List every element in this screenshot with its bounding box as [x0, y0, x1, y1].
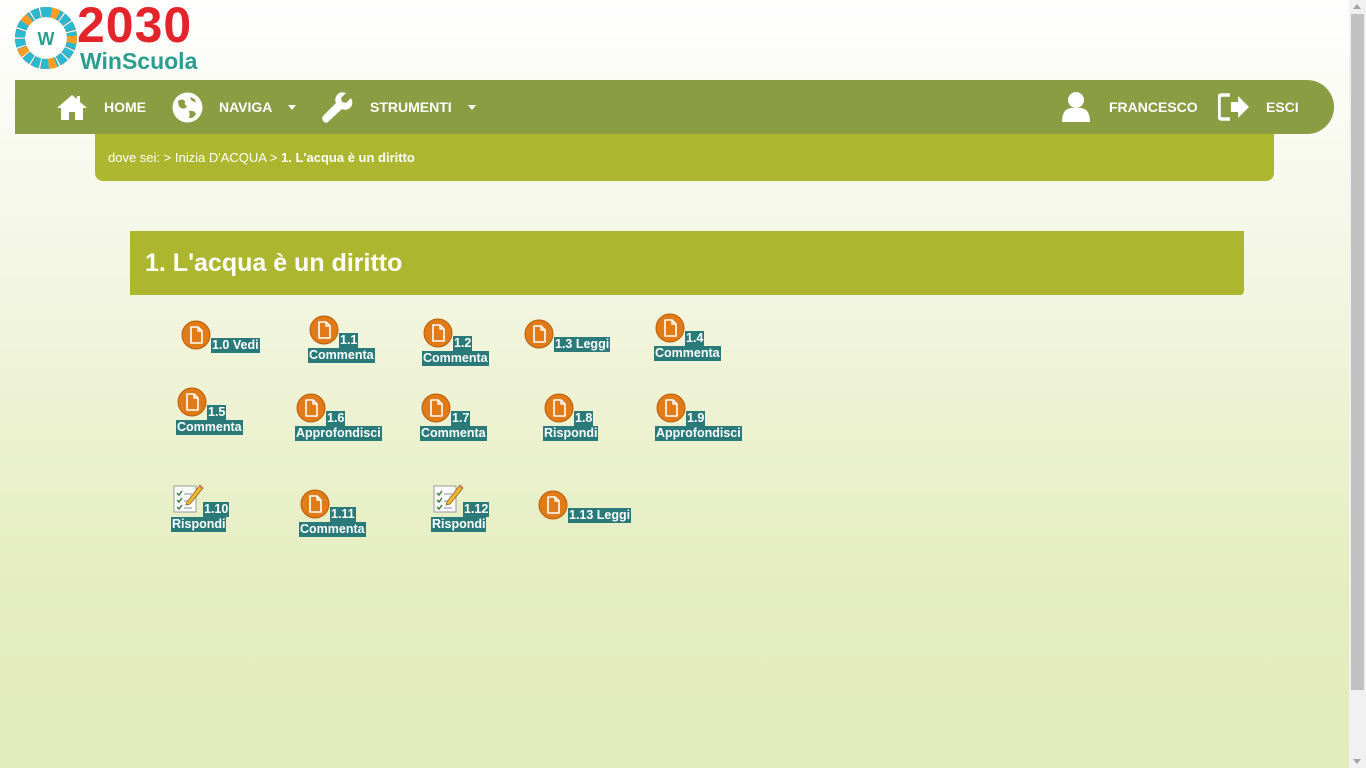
- globe-icon: [172, 92, 203, 123]
- document-icon: [544, 393, 574, 423]
- document-icon: [656, 393, 686, 423]
- checklist-icon: [173, 484, 204, 513]
- scrollbar-thumb[interactable]: [1351, 14, 1364, 690]
- document-icon: [423, 318, 453, 348]
- activity-number: 1.10: [203, 502, 230, 517]
- activity-label: 1.13 Leggi: [568, 508, 632, 523]
- activity-action: Rispondi: [431, 517, 487, 532]
- activity-number: 1.7: [451, 411, 471, 426]
- activity-number: 1.6: [326, 411, 346, 426]
- nav-strumenti-label: STRUMENTI: [370, 99, 452, 115]
- nav-strumenti[interactable]: STRUMENTI: [321, 80, 476, 134]
- breadcrumb: dove sei: > Inizia D'ACQUA > 1. L'acqua …: [95, 134, 1274, 181]
- activity-action: Commenta: [422, 351, 489, 366]
- activity-action: Commenta: [176, 420, 243, 435]
- logo[interactable]: W 2030 WinScuola: [14, 0, 214, 74]
- chevron-down-icon: [288, 104, 297, 110]
- activity-action: Commenta: [420, 426, 487, 441]
- activity-action: Rispondi: [543, 426, 599, 441]
- scroll-up-arrow-icon[interactable]: [1353, 4, 1361, 9]
- nav-logout-label: ESCI: [1266, 99, 1299, 115]
- document-icon: [296, 393, 326, 423]
- chevron-down-icon: [467, 104, 476, 110]
- activity-action: Rispondi: [171, 517, 227, 532]
- document-icon: [181, 320, 211, 350]
- scroll-down-arrow-icon[interactable]: [1353, 759, 1361, 764]
- breadcrumb-link-inizia-dacqua[interactable]: Inizia D'ACQUA: [175, 150, 266, 165]
- document-icon: [655, 313, 685, 343]
- activity-number: 1.5: [207, 405, 227, 420]
- document-icon: [309, 315, 339, 345]
- activity-action: Approfondisci: [655, 426, 742, 441]
- nav-home-label: HOME: [104, 99, 146, 115]
- home-icon: [56, 93, 88, 121]
- activity-number: 1.2: [453, 336, 473, 351]
- activity-action: Commenta: [654, 346, 721, 361]
- nav-naviga[interactable]: NAVIGA: [172, 80, 297, 134]
- vertical-scrollbar[interactable]: [1349, 0, 1366, 768]
- document-icon: [177, 387, 207, 417]
- main-navbar: HOME NAVIGA STRUMENTI FRANCESCO ESCI: [15, 80, 1334, 134]
- nav-logout[interactable]: ESCI: [1218, 80, 1299, 134]
- logo-year: 2030: [77, 0, 193, 53]
- wrench-icon: [321, 91, 354, 124]
- section-header: 1. L'acqua è un diritto: [130, 231, 1244, 295]
- activity-number: 1.12: [463, 502, 490, 517]
- activity-label: 1.0 Vedi: [211, 338, 260, 353]
- nav-user-label: FRANCESCO: [1109, 99, 1198, 115]
- breadcrumb-prefix: dove sei: >: [108, 150, 175, 165]
- breadcrumb-separator: >: [266, 150, 282, 165]
- page-title: 1. L'acqua è un diritto: [145, 249, 403, 277]
- breadcrumb-current: 1. L'acqua è un diritto: [281, 150, 415, 165]
- activity-action: Commenta: [308, 348, 375, 363]
- nav-naviga-label: NAVIGA: [219, 99, 273, 115]
- user-icon: [1061, 91, 1091, 123]
- activity-number: 1.9: [686, 411, 706, 426]
- activity-number: 1.8: [574, 411, 594, 426]
- activity-action: Approfondisci: [295, 426, 382, 441]
- document-icon: [421, 393, 451, 423]
- nav-user[interactable]: FRANCESCO: [1061, 80, 1198, 134]
- nav-home[interactable]: HOME: [56, 80, 146, 134]
- activity-label: 1.3 Leggi: [554, 337, 611, 352]
- checklist-icon: [433, 484, 464, 513]
- document-icon: [300, 489, 330, 519]
- activity-action: Commenta: [299, 522, 366, 537]
- activity-number: 1.4: [685, 331, 705, 346]
- activity-number: 1.1: [339, 333, 359, 348]
- sign-out-icon: [1218, 93, 1250, 121]
- document-icon: [524, 319, 554, 349]
- sdg-wheel-icon: W: [15, 7, 77, 69]
- activity-number: 1.11: [330, 507, 356, 522]
- svg-text:W: W: [38, 29, 55, 49]
- logo-name: WinScuola: [80, 48, 198, 74]
- document-icon: [538, 490, 568, 520]
